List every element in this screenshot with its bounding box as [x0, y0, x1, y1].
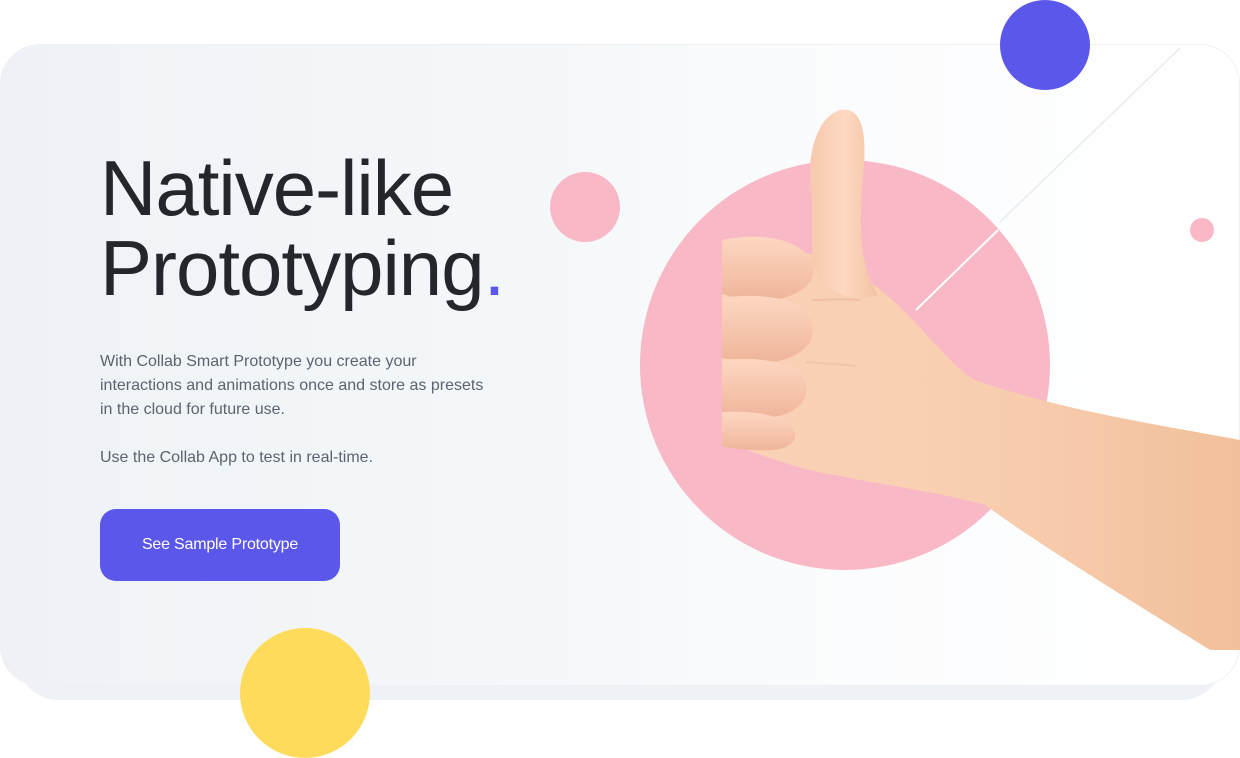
- hero-description: With Collab Smart Prototype you create y…: [100, 353, 484, 418]
- title-line-2: Prototyping.: [100, 228, 505, 308]
- see-sample-prototype-button[interactable]: See Sample Prototype: [100, 509, 340, 581]
- thumbs-up-hand-icon: [722, 47, 1240, 650]
- title-accent-dot: .: [483, 224, 506, 312]
- hero-note: Use the Collab App to test in real-time.: [100, 449, 374, 466]
- title-line-1: Native-like: [100, 144, 454, 232]
- yellow-decorative-circle: [240, 628, 370, 758]
- title-line-2-text: Prototyping: [100, 224, 485, 312]
- pink-decorative-circle: [550, 172, 620, 242]
- page-title: Native-like Prototyping.: [100, 144, 505, 308]
